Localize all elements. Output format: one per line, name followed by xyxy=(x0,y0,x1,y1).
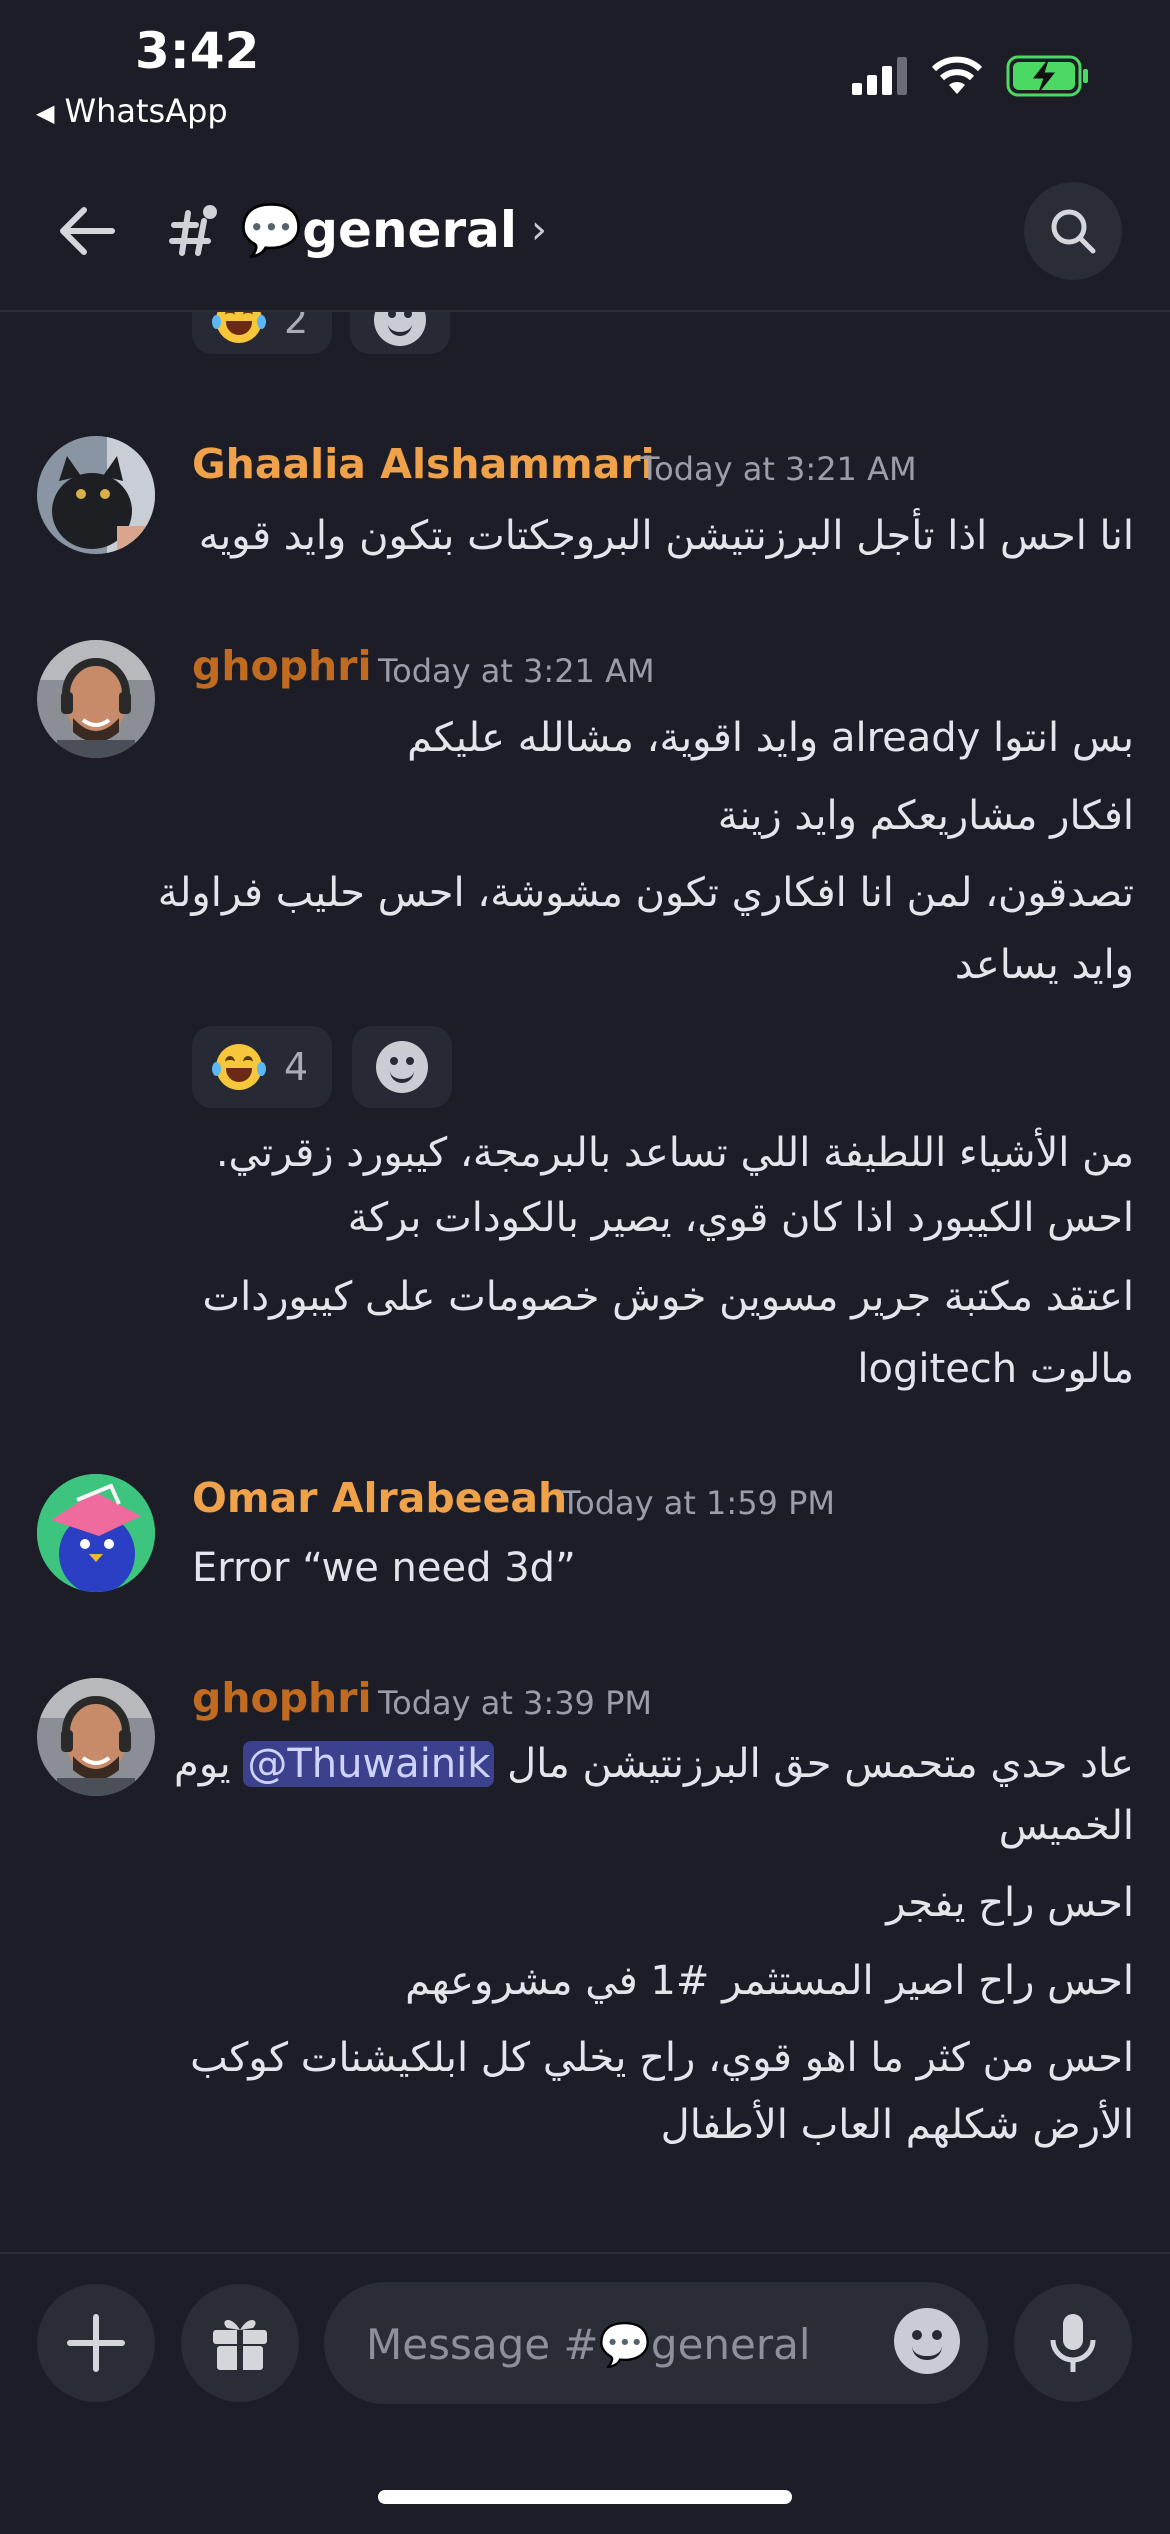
laughing-emoji-icon xyxy=(212,1044,266,1090)
message-text: احس راح يفجر xyxy=(886,1880,1134,1926)
message-text: اعتقد مكتبة جرير مسوين خوش خصومات على كي… xyxy=(202,1274,1134,1320)
message-text: وايد يساعد xyxy=(954,942,1134,988)
message-text: الأرض شكلهم العاب الأطفال xyxy=(660,2102,1134,2148)
back-arrow-icon[interactable] xyxy=(52,196,122,266)
plus-icon xyxy=(67,2314,125,2372)
battery-charging-icon xyxy=(1006,55,1088,97)
message-text-part: يوم xyxy=(174,1741,231,1787)
message-text-part: عاد حدي متحمس حق البرزنتيشن مال xyxy=(507,1741,1134,1787)
back-to-app-link[interactable]: ◀ WhatsApp xyxy=(36,92,228,130)
message-text: تصدقون، لمن انا افكاري تكون مشوشة، احس ح… xyxy=(157,870,1134,916)
home-indicator[interactable] xyxy=(378,2490,792,2504)
person-avatar-icon xyxy=(37,1678,155,1796)
message-text: احس من كثر ما اهو قوي، راح يخلي كل ابلكي… xyxy=(190,2035,1134,2081)
message-timestamp: Today at 1:59 PM xyxy=(561,1484,835,1522)
back-app-label: WhatsApp xyxy=(64,92,228,130)
avatar[interactable] xyxy=(37,1678,155,1796)
message-text: احس راح اصير المستثمر #1 في مشروعهم xyxy=(405,1958,1134,2004)
reaction-count: 4 xyxy=(284,1045,309,1089)
add-reaction-button[interactable] xyxy=(352,1026,452,1108)
gift-icon xyxy=(213,2319,267,2370)
message-text: افكار مشاريعكم وايد زينة xyxy=(717,793,1134,839)
message-text: بس انتوا already وايد اقوية، مشالله عليك… xyxy=(407,715,1134,761)
emoji-icon xyxy=(894,2308,960,2374)
reaction-laugh[interactable]: 4 xyxy=(192,1026,333,1108)
author-name[interactable]: Ghaalia Alshammari xyxy=(192,440,655,488)
avatar[interactable] xyxy=(37,1474,155,1592)
message-text: Error “we need 3d” xyxy=(192,1545,576,1591)
hash-icon xyxy=(169,205,217,256)
channel-header-overlay: 💬general › xyxy=(0,160,1170,312)
message-text: مالوت logitech xyxy=(857,1346,1134,1392)
status-bar: 3:42 ◀ WhatsApp xyxy=(0,0,1170,150)
message-timestamp: Today at 3:21 AM xyxy=(640,450,917,488)
voice-message-button[interactable] xyxy=(1014,2284,1132,2402)
author-name[interactable]: ghophri xyxy=(192,642,372,690)
search-icon xyxy=(1051,209,1096,254)
back-triangle-icon: ◀ xyxy=(36,99,55,127)
avatar[interactable] xyxy=(37,640,155,758)
status-icons xyxy=(852,55,1090,97)
message-text-with-mention: عاد حدي متحمس حق البرزنتيشن مال @Thuwain… xyxy=(174,1733,1134,1795)
message-text: احس الكيبورد اذا كان قوي، يصير بالكودات … xyxy=(347,1195,1134,1241)
chevron-right-icon: › xyxy=(531,207,548,253)
cat-avatar-icon xyxy=(37,436,155,554)
status-time: 3:42 xyxy=(135,22,260,80)
message-text: من الأشياء اللطيفة اللي تساعد بالبرمجة، … xyxy=(215,1130,1134,1176)
message-input-placeholder: Message #💬general xyxy=(366,2320,811,2369)
channel-title[interactable]: 💬general › xyxy=(168,190,547,270)
person-avatar-icon xyxy=(37,640,155,758)
wifi-icon xyxy=(931,56,983,94)
message-text: الخميس xyxy=(998,1803,1134,1849)
add-reaction-smile-icon xyxy=(376,1041,428,1093)
cartoon-avatar-icon xyxy=(37,1474,155,1592)
cellular-signal-icon xyxy=(852,57,907,95)
gift-button[interactable] xyxy=(181,2284,299,2402)
message-timestamp: Today at 3:39 PM xyxy=(378,1684,652,1722)
author-name[interactable]: Omar Alrabeeah xyxy=(192,1474,567,1522)
avatar[interactable] xyxy=(37,436,155,554)
author-name[interactable]: ghophri xyxy=(192,1674,372,1722)
add-attachment-button[interactable] xyxy=(37,2284,155,2402)
message-timestamp: Today at 3:21 AM xyxy=(378,652,655,690)
emoji-picker-button[interactable] xyxy=(894,2308,960,2374)
microphone-icon xyxy=(1050,2314,1096,2372)
message-input[interactable]: Message #💬general xyxy=(324,2282,988,2404)
message-text: انا احس اذا تأجل البرزنتيشن البروجكتات ب… xyxy=(198,513,1134,559)
user-mention[interactable]: @Thuwainik xyxy=(243,1741,495,1787)
search-button[interactable] xyxy=(1024,182,1122,280)
channel-name: 💬general xyxy=(240,200,518,259)
